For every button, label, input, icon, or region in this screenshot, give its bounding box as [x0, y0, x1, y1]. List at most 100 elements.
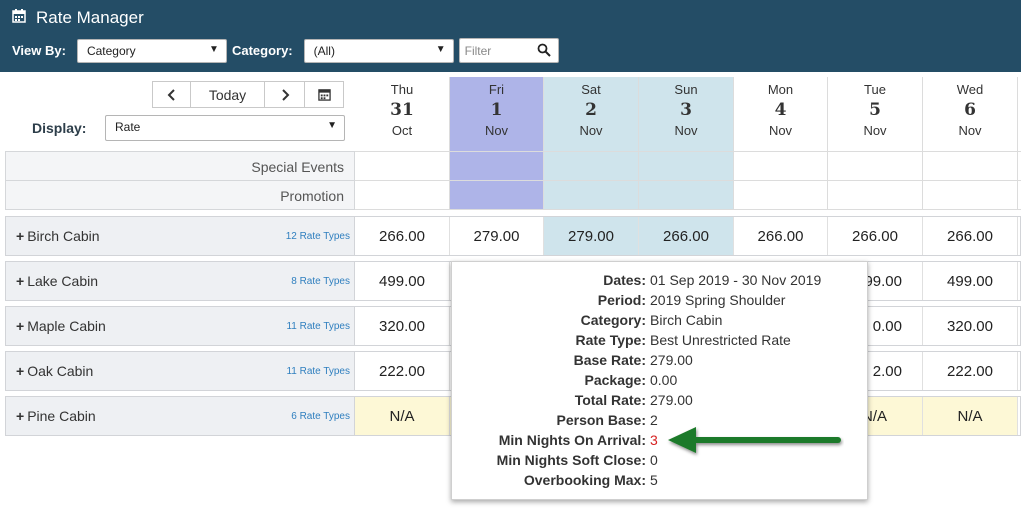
day-month: Nov	[863, 123, 887, 138]
today-button[interactable]: Today	[191, 82, 265, 107]
day-header[interactable]: Sat 2 Nov	[544, 77, 638, 151]
tooltip-label: Rate Type:	[575, 332, 646, 348]
room-label[interactable]: + Birch Cabin 12 Rate Types	[6, 217, 355, 255]
view-by-label: View By:	[12, 43, 66, 58]
expand-plus-icon[interactable]: +	[16, 318, 24, 334]
category-select[interactable]: (All) ▼	[303, 38, 454, 63]
category-label: Category:	[231, 43, 293, 58]
day-header[interactable]: Mon 4 Nov	[734, 77, 827, 151]
tooltip-label: Base Rate:	[573, 352, 646, 368]
room-name[interactable]: + Oak Cabin	[16, 363, 93, 379]
day-name: Fri	[488, 82, 505, 97]
rate-cell[interactable]: 266.00	[355, 217, 450, 255]
day-header[interactable]: Fri 1 Nov	[450, 77, 543, 151]
calendar-picker-button[interactable]	[305, 82, 343, 107]
room-label[interactable]: + Lake Cabin 8 Rate Types	[6, 262, 355, 300]
rate-cell[interactable]: 266.00	[923, 217, 1018, 255]
day-name: Sat	[581, 82, 601, 97]
rate-cell[interactable]: 222.00	[923, 352, 1018, 390]
day-name: Tue	[864, 82, 886, 97]
rate-cell[interactable]: 320.00	[355, 307, 450, 345]
tooltip-row: Base Rate: 279.00	[452, 352, 869, 372]
search-icon[interactable]	[537, 43, 551, 60]
tooltip-row: Total Rate: 279.00	[452, 392, 869, 412]
rate-cell[interactable]: 266.00	[639, 217, 734, 255]
day-name: Wed	[956, 82, 984, 97]
expand-plus-icon[interactable]: +	[16, 408, 24, 424]
rate-cell[interactable]: 266.00	[828, 217, 923, 255]
expand-plus-icon[interactable]: +	[16, 228, 24, 244]
tooltip-value: 2019 Spring Shoulder	[650, 292, 786, 308]
tooltip-value: Best Unrestricted Rate	[650, 332, 791, 348]
rate-manager-app: Rate Manager View By: Category ▼ Categor…	[0, 0, 1021, 511]
rate-cell[interactable]: 320.00	[923, 307, 1018, 345]
room-name[interactable]: + Pine Cabin	[16, 408, 96, 424]
day-column-weekend: Sat 2 Nov	[544, 77, 639, 210]
display-label: Display:	[32, 120, 87, 136]
room-name[interactable]: + Maple Cabin	[16, 318, 106, 334]
display-value: Rate	[115, 120, 141, 134]
tooltip-row: Dates: 01 Sep 2019 - 30 Nov 2019	[452, 272, 869, 292]
room-label[interactable]: + Maple Cabin 11 Rate Types	[6, 307, 355, 345]
today-label: Today	[208, 86, 247, 103]
room-name[interactable]: + Lake Cabin	[16, 273, 98, 289]
expand-plus-icon[interactable]: +	[16, 273, 24, 289]
rate-cell[interactable]: 266.00	[734, 217, 828, 255]
day-header[interactable]: Sun 3 Nov	[639, 77, 733, 151]
day-name: Sun	[674, 82, 698, 97]
calendar-icon	[317, 89, 331, 101]
tooltip-value: 2	[650, 412, 658, 428]
day-column: Wed 6 Nov	[923, 77, 1018, 210]
rate-types-link[interactable]: 8 Rate Types	[291, 276, 350, 287]
day-number: 31	[390, 100, 414, 120]
filter-input[interactable]: Filter	[458, 38, 559, 63]
tooltip-value: 279.00	[650, 352, 693, 368]
day-header[interactable]: Wed 6 Nov	[923, 77, 1017, 151]
rate-cell[interactable]: 499.00	[923, 262, 1018, 300]
tooltip-row: Package: 0.00	[452, 372, 869, 392]
day-header[interactable]: Tue 5 Nov	[828, 77, 922, 151]
rate-types-link[interactable]: 11 Rate Types	[286, 321, 350, 332]
next-button[interactable]	[265, 82, 305, 107]
rate-cell[interactable]: 222.00	[355, 352, 450, 390]
expand-plus-icon[interactable]: +	[16, 363, 24, 379]
day-number: 5	[869, 100, 881, 120]
day-number: 1	[490, 100, 503, 120]
room-row: + Birch Cabin 12 Rate Types 266.00 279.00…	[5, 216, 1021, 256]
rate-cell[interactable]: N/A	[355, 397, 450, 435]
day-month: Nov	[958, 123, 982, 138]
day-column: Tue 5 Nov	[828, 77, 923, 210]
rate-cell[interactable]: N/A	[923, 397, 1018, 435]
tooltip-value: 279.00	[650, 392, 693, 408]
room-label[interactable]: + Oak Cabin 11 Rate Types	[6, 352, 355, 390]
rate-types-link[interactable]: 6 Rate Types	[291, 411, 350, 422]
chevron-down-icon: ▼	[327, 120, 337, 131]
tooltip-row: Period: 2019 Spring Shoulder	[452, 292, 869, 312]
day-header[interactable]: Thu 31 Oct	[355, 77, 449, 151]
rate-cell[interactable]: 499.00	[355, 262, 450, 300]
chevron-right-icon	[281, 88, 289, 101]
tooltip-row: Category: Birch Cabin	[452, 312, 869, 332]
page-title: Rate Manager	[36, 8, 144, 27]
tooltip-label: Category:	[580, 312, 646, 328]
rate-cell[interactable]: 279.00	[450, 217, 544, 255]
day-name: Mon	[767, 82, 794, 97]
previous-button[interactable]	[153, 82, 191, 107]
tooltip-label: Overbooking Max:	[523, 472, 646, 488]
rate-cell[interactable]: 279.00	[544, 217, 639, 255]
day-number: 2	[585, 100, 597, 120]
rate-types-link[interactable]: 12 Rate Types	[286, 231, 350, 242]
room-name[interactable]: + Birch Cabin	[16, 228, 100, 244]
day-column: Thu 31 Oct	[355, 77, 450, 210]
view-by-value: Category	[86, 43, 136, 58]
display-select[interactable]: Rate ▼	[105, 115, 345, 141]
rate-types-link[interactable]: 11 Rate Types	[286, 366, 350, 377]
view-by-select[interactable]: Category ▼	[76, 38, 227, 63]
date-navigation: Today	[152, 81, 344, 108]
room-label[interactable]: + Pine Cabin 6 Rate Types	[6, 397, 355, 435]
tooltip-value: 0	[650, 452, 658, 468]
special-events-label: Special Events	[5, 151, 355, 181]
tooltip-value: 01 Sep 2019 - 30 Nov 2019	[650, 272, 822, 288]
tooltip-value: Birch Cabin	[650, 312, 723, 328]
tooltip-label: Period:	[597, 292, 646, 308]
